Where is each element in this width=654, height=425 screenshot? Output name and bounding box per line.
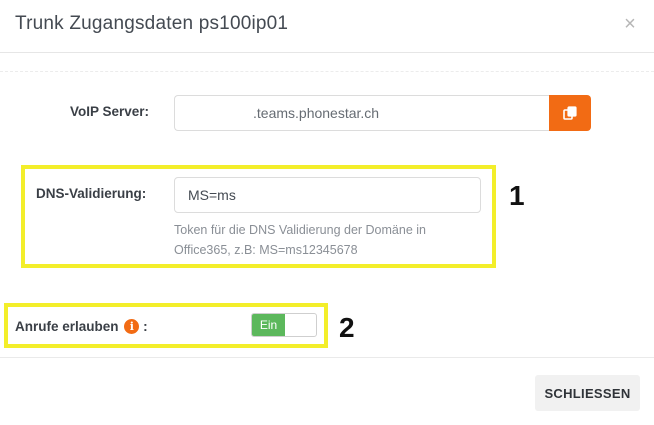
toggle-on-label: Ein [252,314,285,336]
dns-validation-label: DNS-Validierung: [36,186,147,201]
footer-divider [0,357,654,358]
dns-help-text: Token für die DNS Validierung der Domäne… [174,220,474,260]
close-button[interactable]: SCHLIESSEN [535,375,640,411]
allow-calls-label: Anrufe erlauben i : [15,319,148,334]
close-icon[interactable]: × [620,14,640,34]
info-icon[interactable]: i [124,319,140,334]
copy-icon [563,106,577,120]
dns-help-line-1: Token für die DNS Validierung der Domäne… [174,223,426,237]
allow-calls-colon: : [143,319,148,334]
copy-button[interactable] [549,95,591,131]
voip-server-field[interactable]: .teams.phonestar.ch [174,95,549,131]
section-divider [0,71,654,72]
dns-validation-field[interactable]: MS=ms [174,177,481,213]
dns-help-line-2: Office365, z.B: MS=ms12345678 [174,243,358,257]
modal-header: Trunk Zugangsdaten ps100ip01 × [0,0,654,53]
allow-calls-text: Anrufe erlauben [15,319,119,334]
modal-title: Trunk Zugangsdaten ps100ip01 [15,13,289,34]
annotation-marker-2: 2 [339,312,355,343]
allow-calls-toggle[interactable]: Ein [251,313,317,337]
annotation-marker-1: 1 [509,180,525,211]
voip-server-label: VoIP Server: [70,104,150,119]
